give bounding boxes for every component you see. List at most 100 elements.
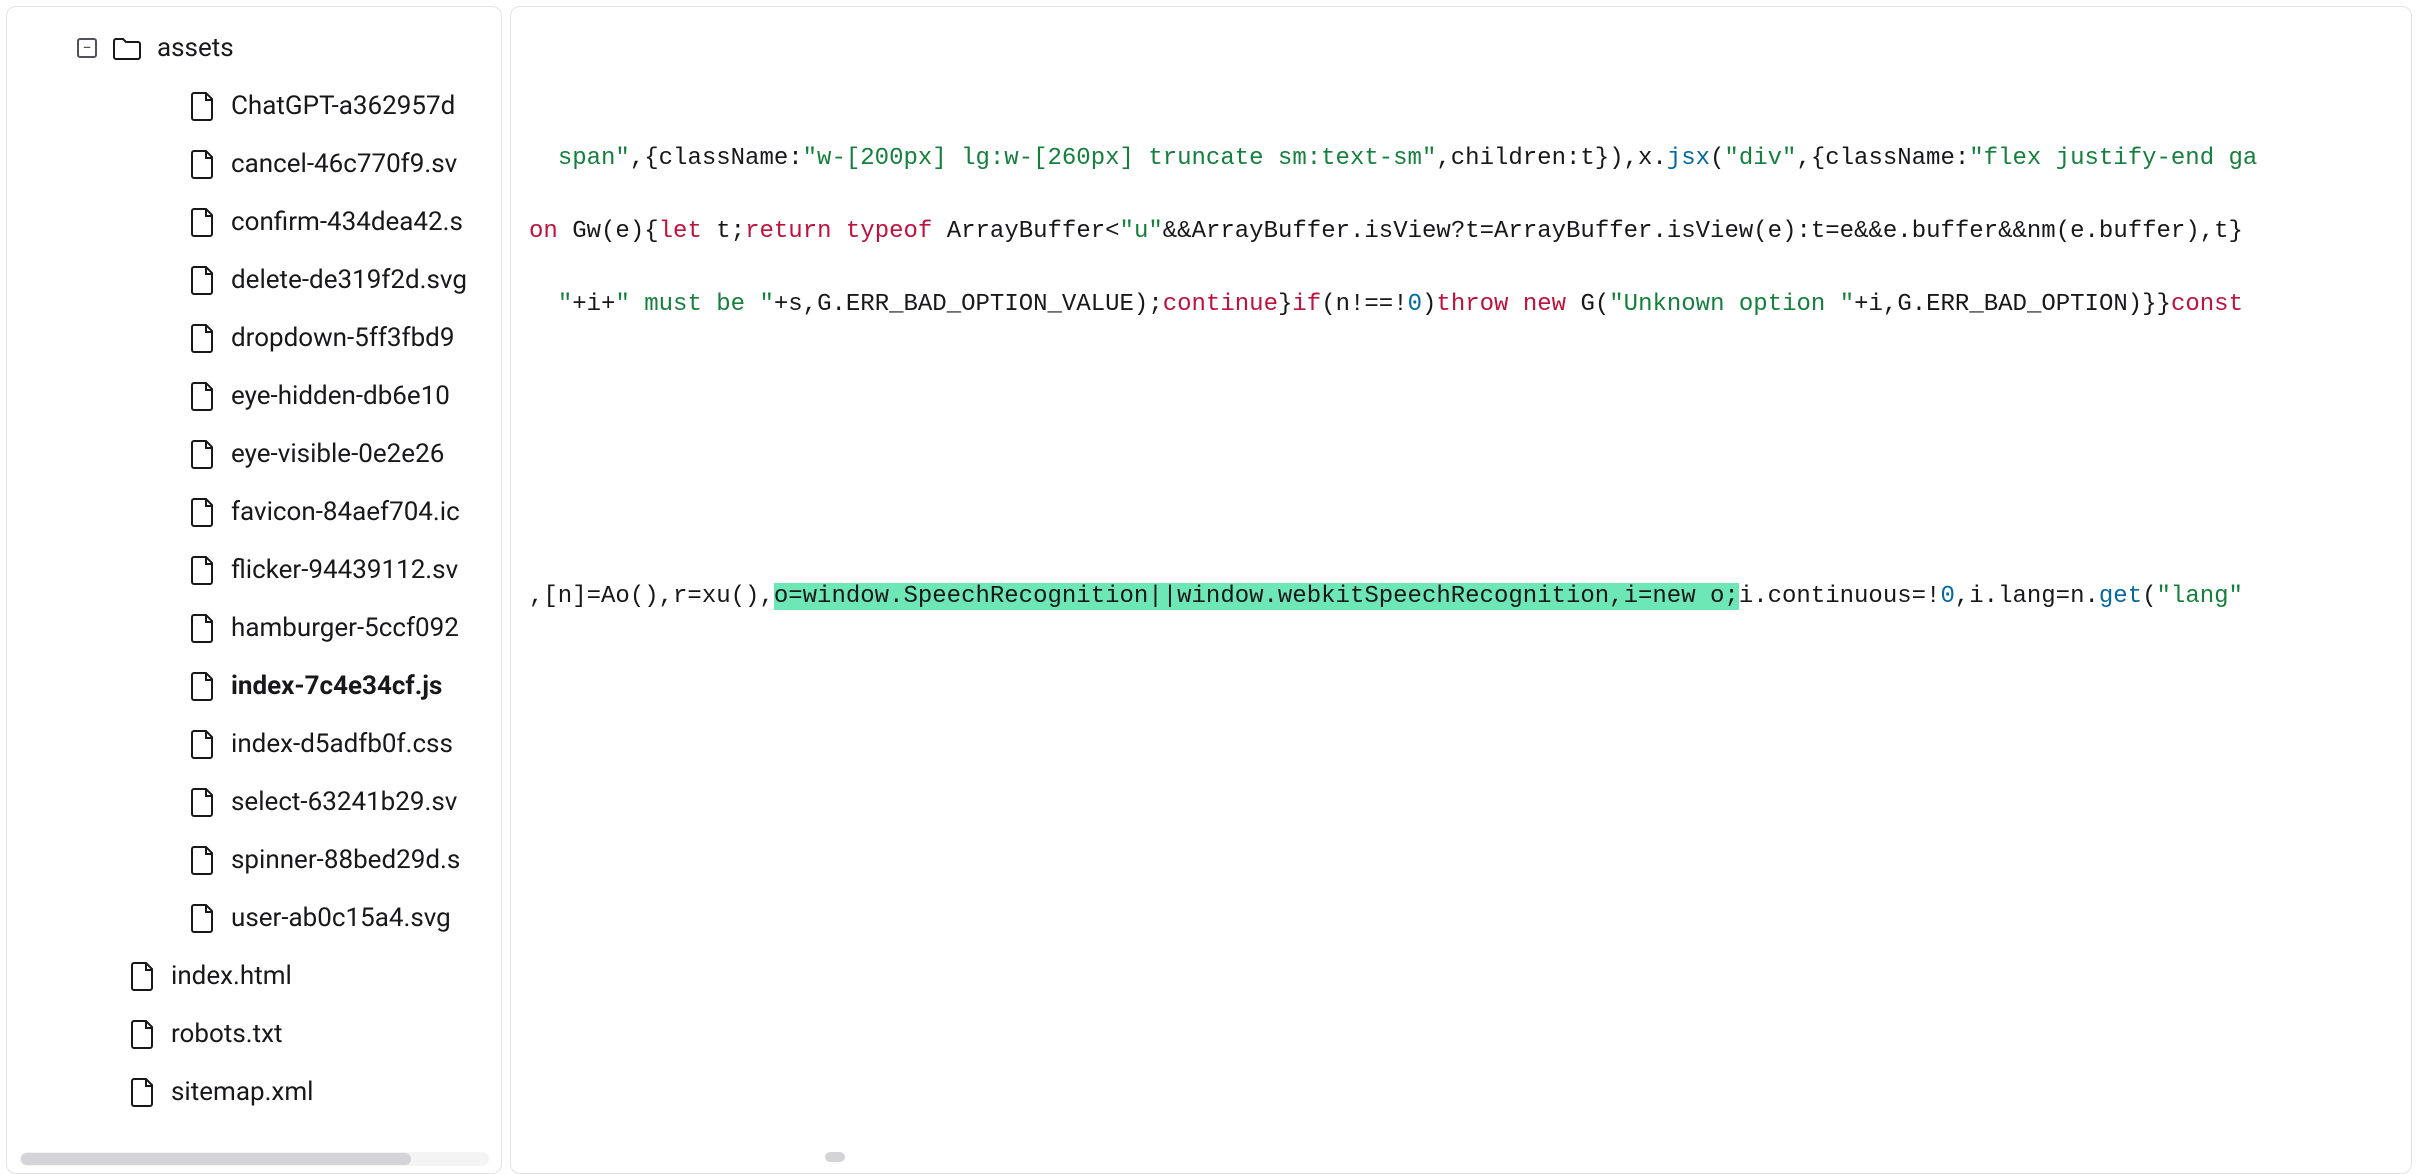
code-token: get [2099,583,2142,610]
file-row[interactable]: user-ab0c15a4.svg [7,889,501,947]
code-scroll-area[interactable]: span",{className:"w-[200px] lg:w-[260px]… [511,7,2411,1149]
file-row[interactable]: cancel-46c770f9.sv [7,135,501,193]
code-token: t; [702,218,745,245]
file-icon [129,960,157,992]
code-token: continue [1163,291,1278,318]
code-token: ( [2142,583,2156,610]
code-token: ,{className: [1796,145,1969,172]
code-panel: span",{className:"w-[200px] lg:w-[260px]… [510,6,2412,1174]
file-tree-panel: − assets ChatGPT-a362957d cancel-46c770f9… [6,6,502,1174]
code-token: ,[n]=Ao(),r=xu(), [529,583,774,610]
file-icon [189,728,217,760]
file-icon [189,148,217,180]
file-tree-horizontal-scrollbar[interactable] [7,1151,501,1173]
scrollbar-track [19,1152,489,1166]
search-match-highlight: o=window.SpeechRecognition||window.webki… [774,583,1739,610]
code-token: if [1292,291,1321,318]
file-row[interactable]: delete-de319f2d.svg [7,251,501,309]
file-row[interactable]: index-7c4e34cf.js [7,657,501,715]
file-row[interactable]: hamburger-5ccf092 [7,599,501,657]
code-token: } [1278,291,1292,318]
code-token: "lang" [2157,583,2243,610]
file-row[interactable]: index.html [7,947,501,1005]
code-token: +i+ [572,291,615,318]
code-token: "flex justify-end ga [1969,145,2257,172]
file-icon [189,264,217,296]
file-icon [189,612,217,644]
file-label: index-7c4e34cf.js [231,671,442,701]
file-icon [189,902,217,934]
code-token: "u" [1120,218,1163,245]
file-label: user-ab0c15a4.svg [231,903,451,933]
file-row[interactable]: index-d5adfb0f.css [7,715,501,773]
file-row[interactable]: sitemap.xml [7,1063,501,1121]
file-row[interactable]: eye-visible-0e2e26 [7,425,501,483]
file-row[interactable]: ChatGPT-a362957d [7,77,501,135]
code-line[interactable] [529,435,2393,508]
file-row[interactable]: spinner-88bed29d.s [7,831,501,889]
code-token: "Unknown option " [1609,291,1854,318]
collapse-icon[interactable]: − [77,38,97,58]
file-label: cancel-46c770f9.sv [231,149,457,179]
file-label: eye-hidden-db6e10 [231,381,450,411]
file-icon [189,90,217,122]
file-row[interactable]: select-63241b29.sv [7,773,501,831]
folder-label: assets [157,33,234,63]
scrollbar-thumb[interactable] [825,1152,845,1162]
code-line[interactable]: span",{className:"w-[200px] lg:w-[260px]… [529,143,2393,216]
code-line[interactable]: ,[n]=Ao(),r=xu(),o=window.SpeechRecognit… [529,581,2393,654]
code-line[interactable]: on Gw(e){let t;return typeof ArrayBuffer… [529,216,2393,289]
code-line[interactable] [529,362,2393,435]
file-row[interactable]: favicon-84aef704.ic [7,483,501,541]
code-token: ,{className: [630,145,803,172]
code-token: let [659,218,702,245]
code-line[interactable]: "+i+" must be "+s,G.ERR_BAD_OPTION_VALUE… [529,289,2393,362]
code-token: const [2171,291,2243,318]
code-token: +s,G.ERR_BAD_OPTION_VALUE); [774,291,1163,318]
file-row[interactable]: flicker-94439112.sv [7,541,501,599]
code-token: throw new [1436,291,1566,318]
code-line[interactable] [529,508,2393,581]
file-row[interactable]: robots.txt [7,1005,501,1063]
file-row[interactable]: dropdown-5ff3fbd9 [7,309,501,367]
file-row[interactable]: confirm-434dea42.s [7,193,501,251]
file-label: delete-de319f2d.svg [231,265,467,295]
file-label: eye-visible-0e2e26 [231,439,444,469]
file-label: index-d5adfb0f.css [231,729,453,759]
folder-row-assets[interactable]: − assets [7,19,501,77]
file-label: dropdown-5ff3fbd9 [231,323,454,353]
file-icon [189,786,217,818]
code-token: 0 [1408,291,1422,318]
code-token: 0 [1940,583,1954,610]
file-label: flicker-94439112.sv [231,555,458,585]
code-token: (n!==! [1321,291,1407,318]
code-token: i.continuous=! [1739,583,1941,610]
code-token: span" [558,145,630,172]
file-icon [189,438,217,470]
app-root: − assets ChatGPT-a362957d cancel-46c770f9… [0,0,2418,1168]
file-icon [129,1018,157,1050]
code-token: Gw(e){ [558,218,659,245]
code-token: +i,G.ERR_BAD_OPTION)}} [1854,291,2171,318]
file-label: index.html [171,961,292,991]
file-icon [189,206,217,238]
code-token: on [529,218,558,245]
file-label: hamburger-5ccf092 [231,613,459,643]
file-label: ChatGPT-a362957d [231,91,455,121]
file-icon [189,380,217,412]
code-token: " [558,291,572,318]
file-icon [189,670,217,702]
scrollbar-thumb[interactable] [21,1153,411,1165]
code-token: ArrayBuffer< [932,218,1119,245]
code-token: ) [1422,291,1436,318]
code-token: "div" [1724,145,1796,172]
code-horizontal-scrollbar[interactable] [511,1149,2411,1173]
file-row[interactable]: eye-hidden-db6e10 [7,367,501,425]
code-token: "w-[200px] lg:w-[260px] truncate sm:text… [803,145,1437,172]
folder-icon [111,34,143,62]
code-token: ( [1710,145,1724,172]
file-label: favicon-84aef704.ic [231,497,460,527]
code-token: ,children:t}),x. [1436,145,1666,172]
file-label: robots.txt [171,1019,283,1049]
file-tree-scroll[interactable]: − assets ChatGPT-a362957d cancel-46c770f9… [7,7,501,1151]
